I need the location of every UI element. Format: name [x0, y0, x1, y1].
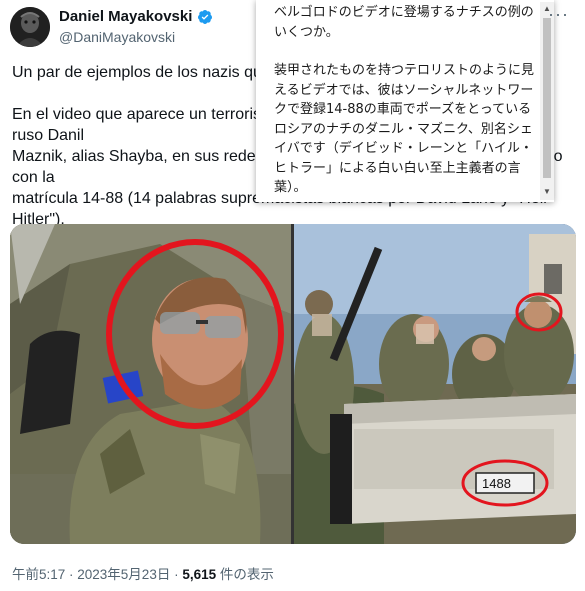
view-count-label: 件の表示: [216, 567, 274, 582]
tweet-media[interactable]: 1488: [10, 224, 576, 544]
license-plate-text: 1488: [482, 476, 511, 491]
view-count[interactable]: 5,615: [182, 567, 216, 582]
tweet-meta: 午前5:17 · 2023年5月23日 · 5,615 件の表示: [12, 563, 274, 583]
avatar[interactable]: [10, 7, 50, 47]
translation-text: ベルゴロドのビデオに登場するナチスの例のいくつか。 装甲されたものを持つテロリス…: [274, 3, 536, 217]
author-handle[interactable]: @DaniMayakovski: [59, 29, 175, 45]
more-options-icon[interactable]: ···: [548, 4, 569, 25]
tweet-timestamp[interactable]: 午前5:17 · 2023年5月23日 ·: [12, 567, 182, 582]
translation-paragraph: ベルゴロドのビデオに登場するナチスの例のいくつか。: [274, 5, 534, 40]
translation-paragraph: 装甲されたものを持つテロリストのように見えるビデオでは、彼はソーシャルネットワー…: [274, 63, 535, 195]
media-image-right[interactable]: 1488: [294, 224, 576, 544]
author-name[interactable]: Daniel Mayakovski: [59, 8, 192, 25]
scroll-down-arrow-icon[interactable]: ▼: [541, 186, 553, 198]
verified-badge-icon: [198, 9, 213, 24]
soldier-in-hatch-photo: [10, 224, 291, 544]
soldiers-on-truck-photo: 1488: [294, 224, 576, 544]
avatar-image: [10, 7, 50, 47]
media-image-left[interactable]: [10, 224, 291, 544]
translation-popup: ベルゴロドのビデオに登場するナチスの例のいくつか。 装甲されたものを持つテロリス…: [256, 0, 554, 202]
popup-scrollbar-thumb[interactable]: [543, 18, 551, 178]
author-name-row[interactable]: Daniel Mayakovski: [59, 8, 213, 25]
